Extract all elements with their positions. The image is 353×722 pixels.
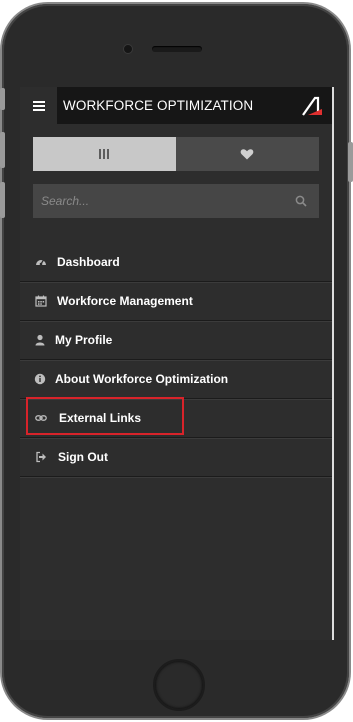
dashboard-icon: [36, 259, 46, 266]
app-title: WORKFORCE OPTIMIZATION: [63, 98, 254, 113]
brand-logo-icon: [302, 96, 322, 116]
menu-item-sign-out[interactable]: Sign Out: [20, 438, 332, 477]
tab-menu-list[interactable]: [33, 137, 176, 171]
user-icon: [35, 334, 45, 346]
phone-frame: WORKFORCE OPTIMIZATION Search... Dashboa…: [2, 4, 349, 718]
search-icon[interactable]: [295, 195, 307, 207]
earpiece-speaker: [152, 46, 202, 52]
volume-down-button: [0, 182, 5, 218]
app-header: WORKFORCE OPTIMIZATION: [20, 87, 332, 124]
menu-item-label: About Workforce Optimization: [55, 372, 229, 386]
menu-item-my-profile[interactable]: My Profile: [20, 321, 332, 360]
menu-item-dashboard[interactable]: Dashboard: [20, 243, 332, 282]
home-button[interactable]: [153, 659, 205, 711]
hamburger-menu-icon[interactable]: [33, 101, 45, 111]
menu-item-label: External Links: [59, 411, 142, 425]
menu-item-label: Workforce Management: [57, 294, 193, 308]
power-button: [348, 142, 353, 182]
sign-out-icon: [36, 451, 46, 463]
side-menu: Dashboard Workforce Management My Profil…: [20, 243, 332, 477]
menu-item-external-links[interactable]: External Links: [20, 399, 332, 438]
calendar-icon: [35, 295, 47, 307]
tab-favorites[interactable]: [176, 137, 319, 171]
view-toggle: [33, 137, 319, 171]
link-icon: [35, 415, 47, 421]
menu-item-label: My Profile: [55, 333, 113, 347]
app-screen: WORKFORCE OPTIMIZATION Search... Dashboa…: [20, 87, 334, 640]
menu-item-label: Sign Out: [58, 450, 108, 464]
title-bar: WORKFORCE OPTIMIZATION: [57, 87, 332, 124]
menu-item-workforce-management[interactable]: Workforce Management: [20, 282, 332, 321]
info-icon: [34, 373, 46, 385]
menu-item-label: Dashboard: [57, 255, 120, 269]
mute-switch: [0, 88, 5, 110]
columns-icon: [99, 149, 109, 159]
search-box[interactable]: [33, 184, 319, 218]
heart-icon: [240, 149, 254, 160]
volume-up-button: [0, 132, 5, 168]
menu-item-about[interactable]: About Workforce Optimization: [20, 360, 332, 399]
front-camera: [123, 44, 133, 54]
search-input[interactable]: [33, 184, 291, 218]
